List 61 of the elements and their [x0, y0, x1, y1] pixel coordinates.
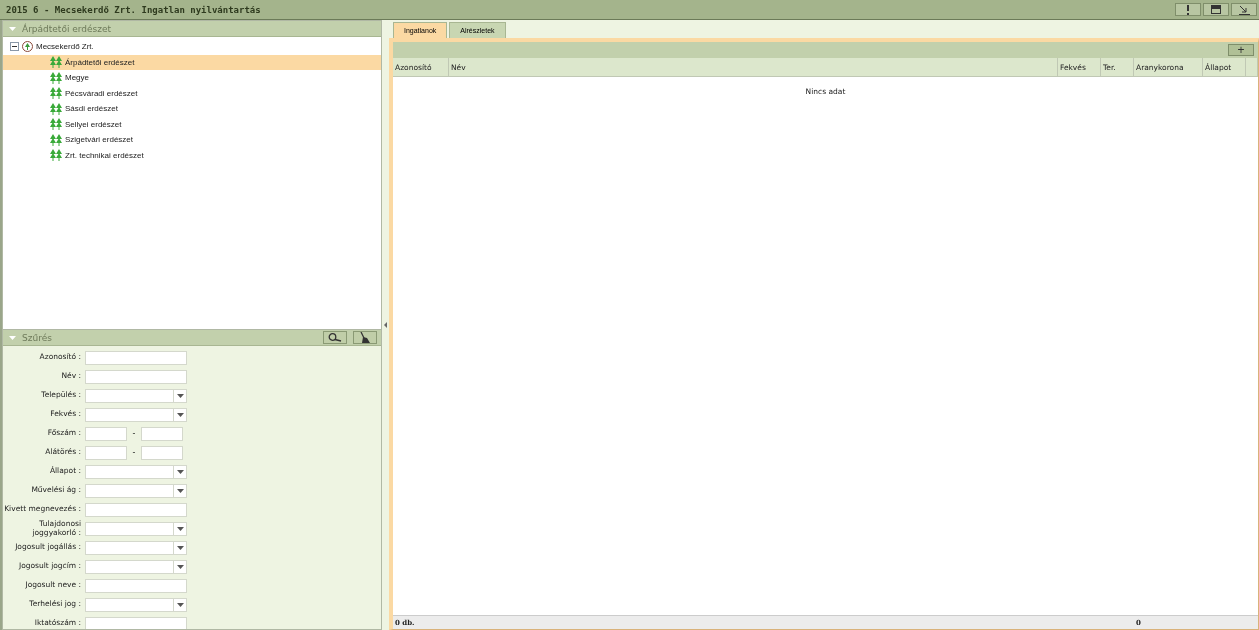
tree-item[interactable]: Sásdi erdészet: [3, 101, 381, 117]
range-separator: -: [131, 448, 137, 457]
dropdown-arrow-icon: [176, 412, 184, 417]
trees-icon: [50, 87, 62, 100]
tree-item[interactable]: Árpádtetői erdészet: [3, 54, 381, 70]
trees-icon: [50, 71, 62, 84]
collapse-left-icon: [384, 322, 387, 328]
panel-title: Szűrés: [22, 332, 53, 343]
input-field[interactable]: [85, 578, 187, 593]
input-field[interactable]: [85, 350, 187, 365]
range-separator: -: [131, 429, 137, 438]
tree-item[interactable]: Megye: [3, 70, 381, 86]
broom-icon: [359, 332, 371, 343]
dropdown-field[interactable]: [85, 521, 187, 536]
trees-icon: [50, 56, 62, 69]
tree-item[interactable]: Zrt. technikai erdészet: [3, 147, 381, 163]
dropdown-field[interactable]: [85, 597, 187, 612]
add-button[interactable]: +: [1228, 44, 1254, 56]
tree-item[interactable]: Szigetvári erdészet: [3, 132, 381, 148]
range-from-field[interactable]: [85, 445, 127, 460]
window-title: 2015 6 - Mecsekerdő Zrt. Ingatlan nyilvántartás: [6, 4, 261, 15]
dropdown-arrow-icon: [176, 469, 184, 474]
collapse-toggle-icon[interactable]: [10, 42, 19, 52]
search-icon: [328, 333, 342, 342]
minimize-button[interactable]: [1231, 3, 1257, 16]
range-to-field[interactable]: [141, 445, 183, 460]
dropdown-field[interactable]: [85, 483, 187, 498]
trees-icon: [50, 118, 62, 131]
dropdown-arrow-icon: [176, 545, 184, 550]
clear-button[interactable]: [353, 331, 377, 344]
range-from-field[interactable]: [85, 426, 127, 441]
trees-icon: [50, 102, 62, 115]
input-field[interactable]: [85, 616, 187, 629]
dropdown-arrow-icon: [176, 564, 184, 569]
arrow-down-right-icon: [1238, 4, 1250, 15]
dropdown-field[interactable]: [85, 464, 187, 479]
collapse-icon[interactable]: [9, 26, 16, 31]
window-icon: [1211, 5, 1221, 14]
dropdown-field[interactable]: [85, 559, 187, 574]
input-field[interactable]: [85, 369, 187, 384]
dropdown-field[interactable]: [85, 540, 187, 555]
exclamation-icon: [1186, 4, 1190, 15]
tree-item[interactable]: Mecsekerdő Zrt.: [36, 42, 94, 52]
trees-icon: [50, 133, 62, 146]
trees-icon: [50, 149, 62, 162]
dropdown-arrow-icon: [176, 393, 184, 398]
dropdown-field[interactable]: [85, 388, 187, 403]
range-to-field[interactable]: [141, 426, 183, 441]
input-field[interactable]: [85, 502, 187, 517]
tree-item[interactable]: Sellyei erdészet: [3, 116, 381, 132]
tree-circle-icon: [22, 41, 33, 53]
search-button[interactable]: [323, 331, 347, 344]
collapse-icon[interactable]: [9, 335, 16, 340]
alert-button[interactable]: [1175, 3, 1201, 16]
panel-title: Árpádtetői erdészet: [22, 23, 112, 34]
dropdown-field[interactable]: [85, 407, 187, 422]
window-button[interactable]: [1203, 3, 1229, 16]
dropdown-arrow-icon: [176, 526, 184, 531]
dropdown-arrow-icon: [176, 602, 184, 607]
tree-item[interactable]: Pécsváradi erdészet: [3, 85, 381, 101]
dropdown-arrow-icon: [176, 488, 184, 493]
